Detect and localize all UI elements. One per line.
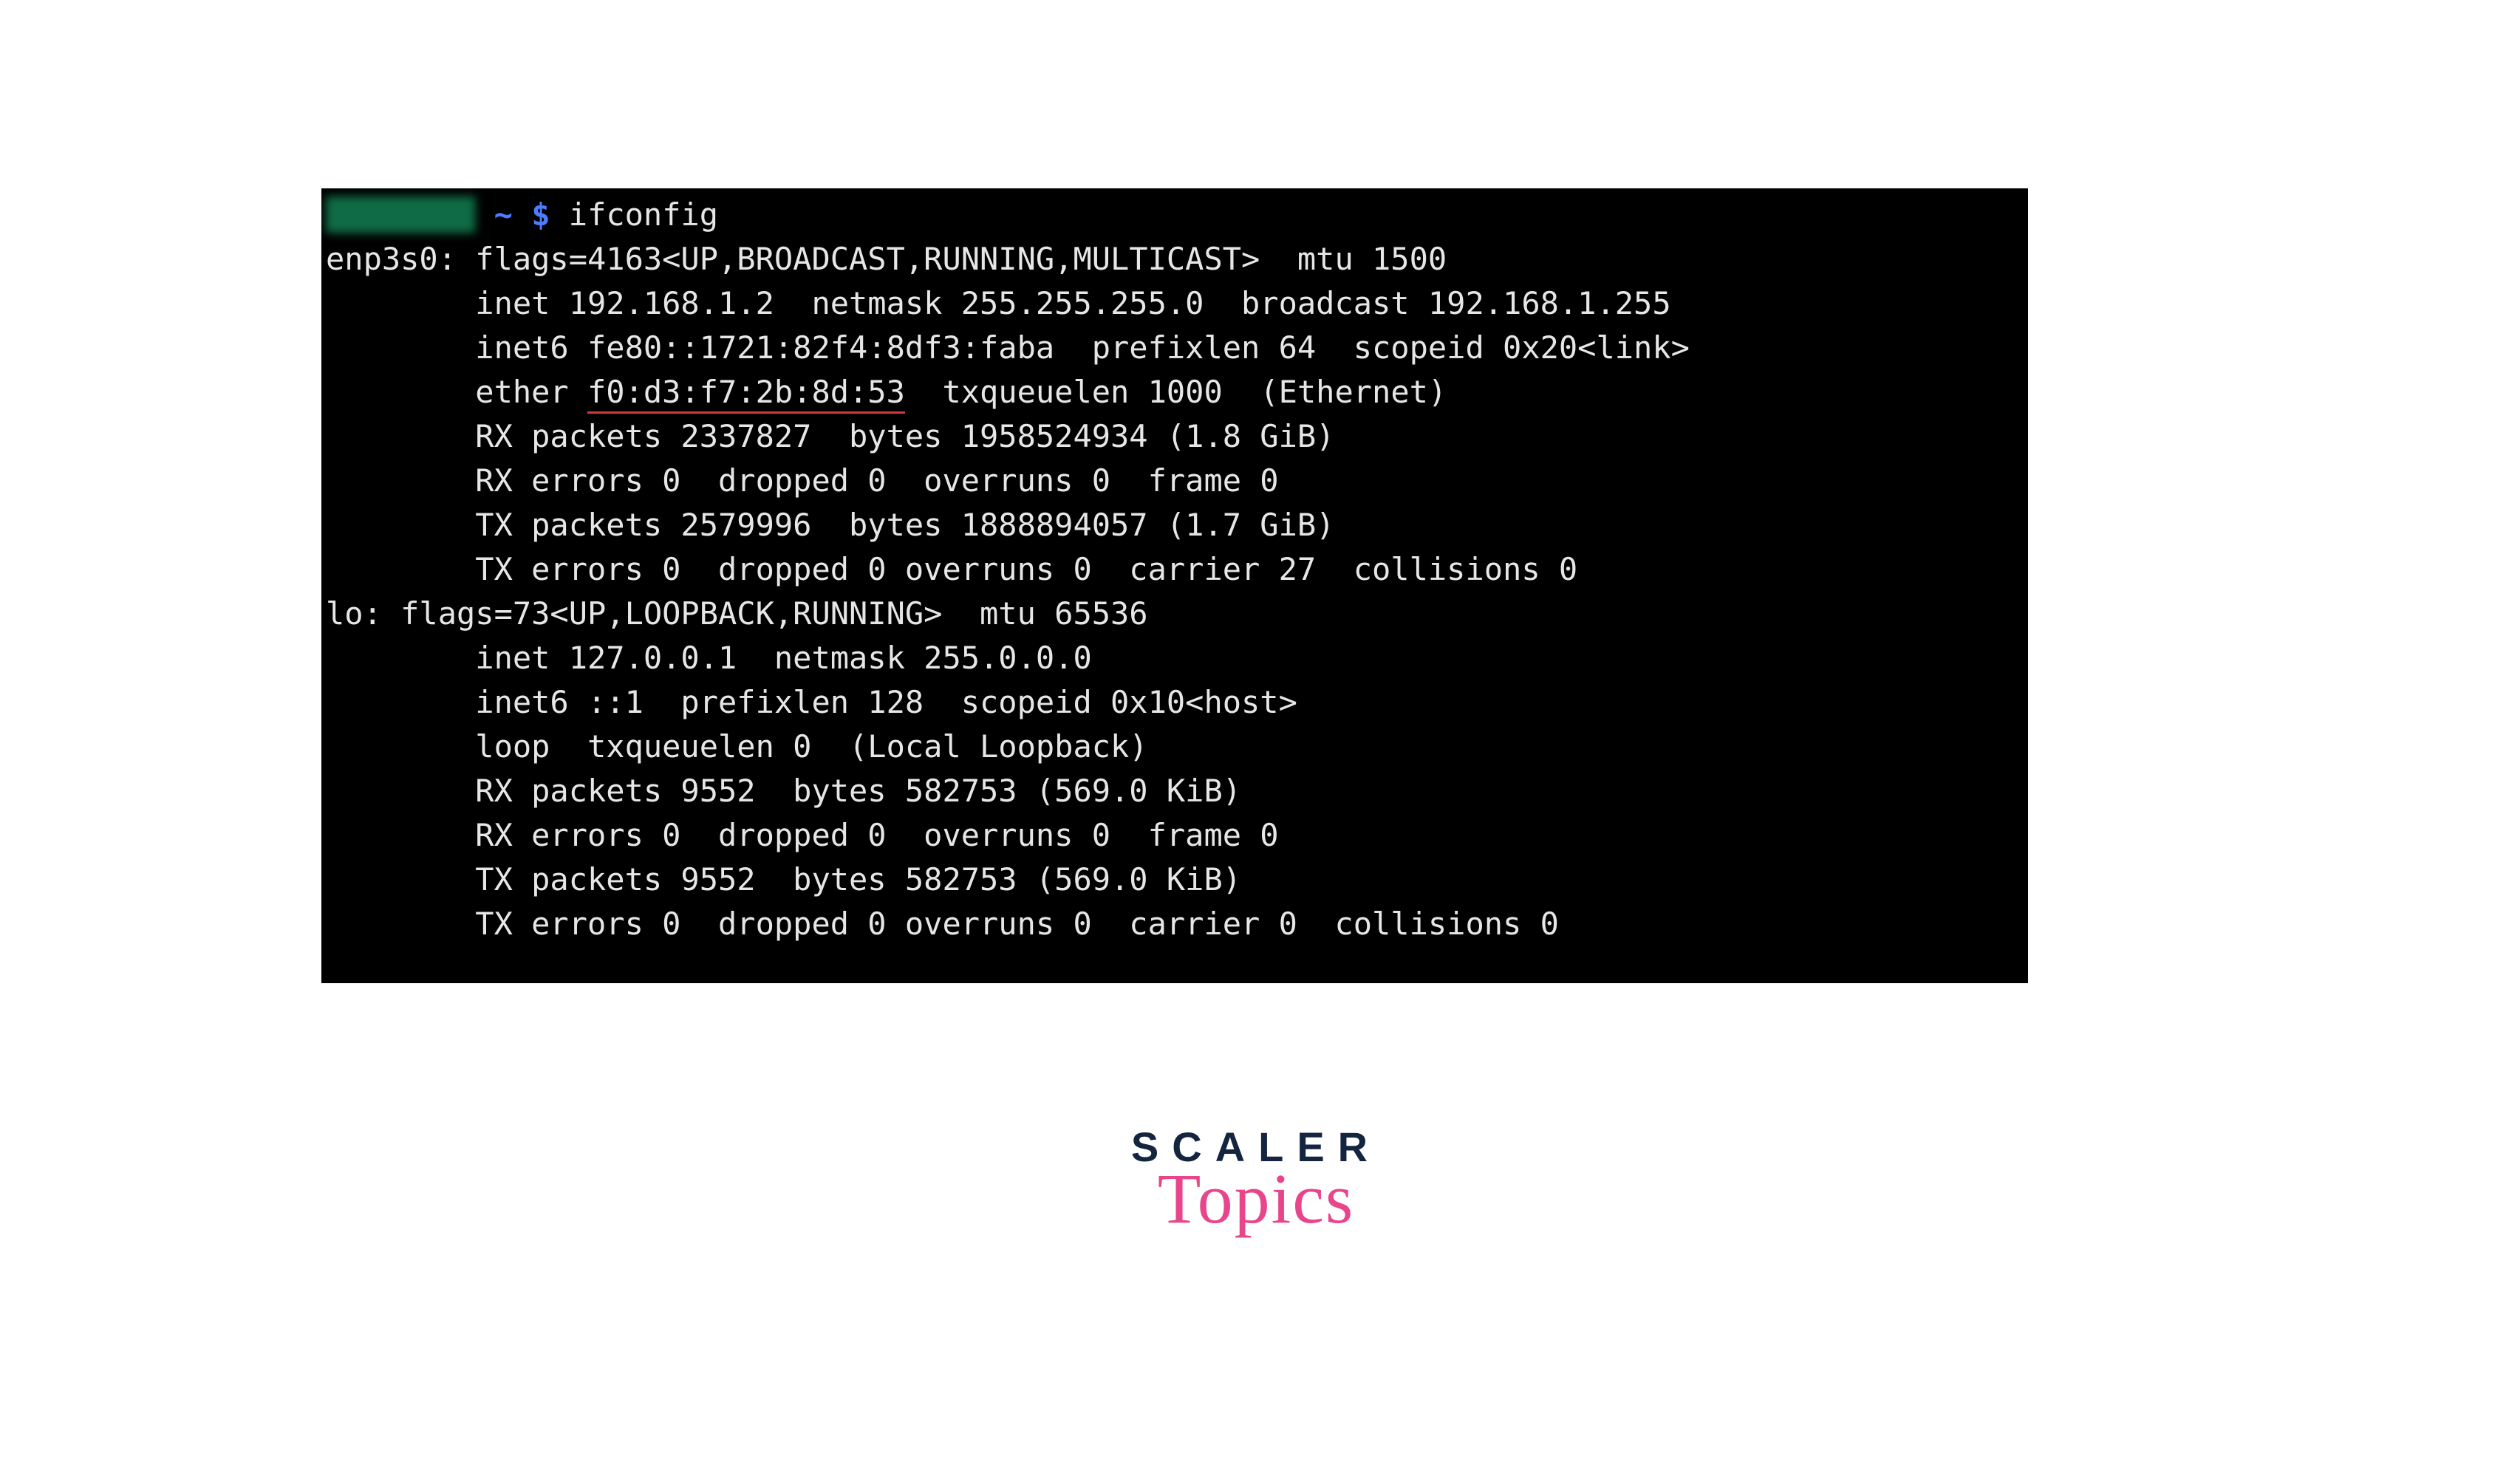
- prompt-dollar: $: [531, 196, 550, 233]
- output-line: RX errors 0 dropped 0 overruns 0 frame 0: [321, 813, 2028, 858]
- output-line: inet 127.0.0.1 netmask 255.0.0.0: [321, 636, 2028, 680]
- output-line: loop txqueuelen 0 (Local Loopback): [321, 725, 2028, 769]
- output-line: TX errors 0 dropped 0 overruns 0 carrier…: [321, 547, 2028, 592]
- terminal-window: ████████ ~ $ ifconfig enp3s0: flags=4163…: [321, 188, 2028, 983]
- output-line: RX errors 0 dropped 0 overruns 0 frame 0: [321, 459, 2028, 503]
- output-line: inet6 fe80::1721:82f4:8df3:faba prefixle…: [321, 326, 2028, 370]
- output-line: TX errors 0 dropped 0 overruns 0 carrier…: [321, 902, 2028, 946]
- mac-address-highlight: f0:d3:f7:2b:8d:53: [587, 374, 905, 414]
- output-line: enp3s0: flags=4163<UP,BROADCAST,RUNNING,…: [321, 237, 2028, 281]
- branding-logo: SCALER Topics: [1131, 1123, 1381, 1239]
- output-line: TX packets 2579996 bytes 1888894057 (1.7…: [321, 503, 2028, 547]
- prompt-host: ████████: [326, 196, 475, 233]
- prompt-tilde: ~: [494, 196, 513, 233]
- output-line: inet6 ::1 prefixlen 128 scopeid 0x10<hos…: [321, 680, 2028, 725]
- output-line: RX packets 2337827 bytes 1958524934 (1.8…: [321, 414, 2028, 459]
- page-canvas: ████████ ~ $ ifconfig enp3s0: flags=4163…: [0, 0, 2512, 1484]
- prompt-line: ████████ ~ $ ifconfig: [321, 193, 2028, 237]
- output-line: lo: flags=73<UP,LOOPBACK,RUNNING> mtu 65…: [321, 592, 2028, 636]
- output-line-mac: ether f0:d3:f7:2b:8d:53 txqueuelen 1000 …: [321, 370, 2028, 414]
- output-line: TX packets 9552 bytes 582753 (569.0 KiB): [321, 858, 2028, 902]
- output-line: RX packets 9552 bytes 582753 (569.0 KiB): [321, 769, 2028, 813]
- output-line: inet 192.168.1.2 netmask 255.255.255.0 b…: [321, 281, 2028, 326]
- ether-suffix: txqueuelen 1000 (Ethernet): [905, 374, 1447, 410]
- command-text: ifconfig: [569, 196, 718, 233]
- ether-prefix: ether: [326, 374, 587, 410]
- branding-topics-text: Topics: [1131, 1158, 1381, 1239]
